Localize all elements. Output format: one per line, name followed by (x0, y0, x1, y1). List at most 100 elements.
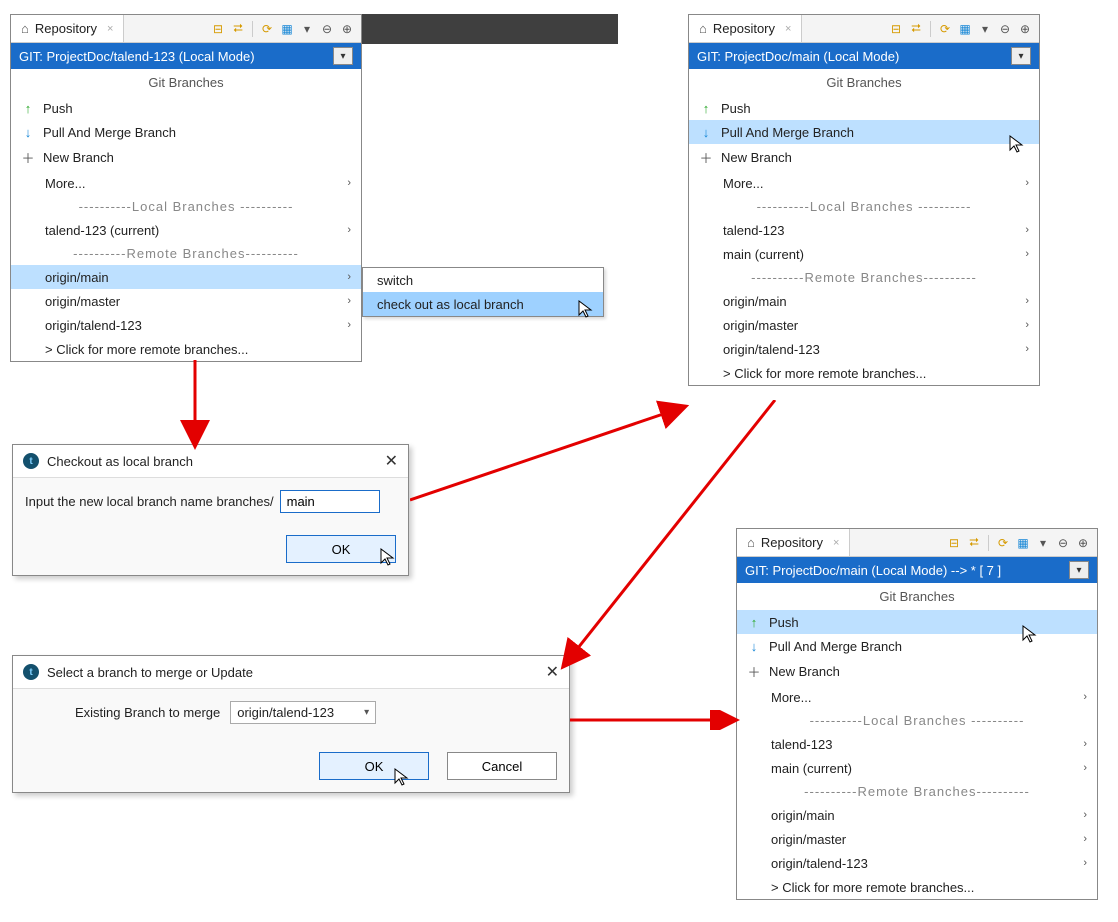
item-label: Push (721, 101, 751, 116)
arrow-up-icon: ↑ (747, 615, 761, 630)
new-branch-item[interactable]: ＋ New Branch (689, 144, 1039, 171)
refresh-icon[interactable]: ⟳ (259, 21, 275, 37)
item-label: origin/master (771, 832, 846, 847)
close-icon[interactable]: × (833, 537, 839, 549)
remote-branch-item[interactable]: origin/main › (737, 803, 1097, 827)
ok-button[interactable]: OK (286, 535, 396, 563)
remote-branch-origin-talend[interactable]: origin/talend-123 › (11, 313, 361, 337)
new-branch-item[interactable]: ＋ New Branch (11, 144, 361, 171)
dialog-body: Existing Branch to merge origin/talend-1… (13, 689, 569, 792)
item-label: New Branch (769, 664, 840, 679)
collapse-icon[interactable]: ⊟ (946, 535, 962, 551)
item-label: origin/talend-123 (723, 342, 820, 357)
repository-tab[interactable]: ⌂ Repository × (689, 15, 802, 42)
new-branch-item[interactable]: ＋ New Branch (737, 658, 1097, 685)
close-icon[interactable]: × (107, 23, 113, 35)
chevron-right-icon: › (347, 177, 351, 189)
link-icon[interactable]: ⮂ (908, 21, 924, 37)
chevron-down-icon[interactable]: ▾ (333, 47, 353, 65)
item-label: > Click for more remote branches... (45, 342, 248, 357)
selected-value: origin/talend-123 (237, 705, 334, 720)
push-item[interactable]: ↑ Push (689, 96, 1039, 120)
remote-branch-origin-master[interactable]: origin/master › (11, 289, 361, 313)
minimize-icon[interactable]: ⊖ (997, 21, 1013, 37)
git-menu: Git Branches ↑ Push ↓ Pull And Merge Bra… (11, 69, 361, 361)
item-label: switch (377, 273, 413, 288)
more-item[interactable]: More... › (737, 685, 1097, 709)
chevron-right-icon: › (347, 224, 351, 236)
more-remote-branches-item[interactable]: > Click for more remote branches... (11, 337, 361, 361)
maximize-icon[interactable]: ⊕ (339, 21, 355, 37)
git-status-bar[interactable]: GIT: ProjectDoc/talend-123 (Local Mode) … (11, 43, 361, 69)
panel-tabbar: ⌂ Repository × ⊟ ⮂ ⟳ ▦ ▾ ⊖ ⊕ (11, 15, 361, 43)
local-branch-item[interactable]: main (current) › (689, 242, 1039, 266)
repository-panel-3: ⌂ Repository × ⊟ ⮂ ⟳ ▦ ▾ ⊖ ⊕ GIT: Projec… (736, 528, 1098, 900)
home-icon: ⌂ (699, 21, 707, 36)
push-item[interactable]: ↑ Push (737, 610, 1097, 634)
grid-icon[interactable]: ▦ (1015, 535, 1031, 551)
pull-item[interactable]: ↓ Pull And Merge Branch (11, 120, 361, 144)
collapse-icon[interactable]: ⊟ (210, 21, 226, 37)
local-branch-item[interactable]: talend-123 › (737, 732, 1097, 756)
branch-name-input[interactable] (280, 490, 380, 513)
collapse-icon[interactable]: ⊟ (888, 21, 904, 37)
refresh-icon[interactable]: ⟳ (995, 535, 1011, 551)
ok-button[interactable]: OK (319, 752, 429, 780)
arrow-down-icon: ↓ (747, 639, 761, 654)
more-item[interactable]: More... › (11, 171, 361, 195)
minimize-icon[interactable]: ⊖ (1055, 535, 1071, 551)
pull-item[interactable]: ↓ Pull And Merge Branch (689, 120, 1039, 144)
grid-icon[interactable]: ▦ (957, 21, 973, 37)
chevron-down-icon[interactable]: ▾ (1069, 561, 1089, 579)
arrow-up-icon: ↑ (21, 101, 35, 116)
git-status-bar[interactable]: GIT: ProjectDoc/main (Local Mode) ▾ (689, 43, 1039, 69)
cancel-button[interactable]: Cancel (447, 752, 557, 780)
dropdown-icon[interactable]: ▾ (299, 21, 315, 37)
remote-branch-origin-main[interactable]: origin/main › (11, 265, 361, 289)
item-label: Pull And Merge Branch (43, 125, 176, 140)
item-label: More... (771, 690, 811, 705)
local-branch-item[interactable]: main (current) › (737, 756, 1097, 780)
more-remote-branches-item[interactable]: > Click for more remote branches... (689, 361, 1039, 385)
chevron-right-icon: › (1083, 833, 1087, 845)
arrow-down-icon: ↓ (21, 125, 35, 140)
item-label: check out as local branch (377, 297, 524, 312)
pull-item[interactable]: ↓ Pull And Merge Branch (737, 634, 1097, 658)
minimize-icon[interactable]: ⊖ (319, 21, 335, 37)
link-icon[interactable]: ⮂ (230, 21, 246, 37)
item-label: talend-123 (771, 737, 832, 752)
remote-branch-item[interactable]: origin/talend-123 › (689, 337, 1039, 361)
chevron-right-icon: › (1025, 319, 1029, 331)
local-branch-item[interactable]: talend-123 (current) › (11, 218, 361, 242)
switch-item[interactable]: switch (363, 268, 603, 292)
branch-select[interactable]: origin/talend-123 ▾ (230, 701, 376, 724)
branch-submenu: switch check out as local branch (362, 267, 604, 317)
remote-branch-item[interactable]: origin/main › (689, 289, 1039, 313)
checkout-item[interactable]: check out as local branch (363, 292, 603, 316)
close-icon[interactable]: × (785, 23, 791, 35)
close-icon[interactable]: ✕ (546, 662, 559, 682)
flow-arrow (180, 360, 210, 450)
local-branch-item[interactable]: talend-123 › (689, 218, 1039, 242)
app-icon: t (23, 664, 39, 680)
close-icon[interactable]: ✕ (385, 451, 398, 471)
dropdown-icon[interactable]: ▾ (1035, 535, 1051, 551)
git-status-bar[interactable]: GIT: ProjectDoc/main (Local Mode) --> * … (737, 557, 1097, 583)
maximize-icon[interactable]: ⊕ (1075, 535, 1091, 551)
grid-icon[interactable]: ▦ (279, 21, 295, 37)
flow-arrow (410, 400, 690, 510)
link-icon[interactable]: ⮂ (966, 535, 982, 551)
remote-branch-item[interactable]: origin/master › (737, 827, 1097, 851)
dropdown-icon[interactable]: ▾ (977, 21, 993, 37)
tab-label: Repository (35, 21, 97, 36)
more-item[interactable]: More... › (689, 171, 1039, 195)
repository-tab[interactable]: ⌂ Repository × (11, 15, 124, 42)
more-remote-branches-item[interactable]: > Click for more remote branches... (737, 875, 1097, 899)
maximize-icon[interactable]: ⊕ (1017, 21, 1033, 37)
remote-branch-item[interactable]: origin/master › (689, 313, 1039, 337)
repository-tab[interactable]: ⌂ Repository × (737, 529, 850, 556)
push-item[interactable]: ↑ Push (11, 96, 361, 120)
chevron-down-icon[interactable]: ▾ (1011, 47, 1031, 65)
remote-branch-item[interactable]: origin/talend-123 › (737, 851, 1097, 875)
refresh-icon[interactable]: ⟳ (937, 21, 953, 37)
